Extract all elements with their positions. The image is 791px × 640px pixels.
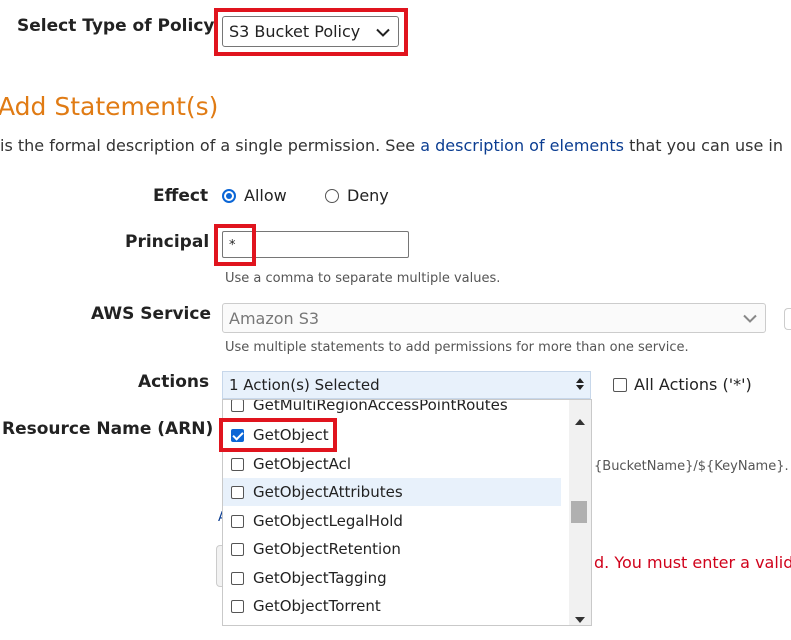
all-actions-label: All Actions ('*') xyxy=(634,375,752,394)
section-title: Add Statement(s) xyxy=(0,92,219,121)
list-item[interactable]: GetObjectLegalHold xyxy=(223,507,561,535)
effect-deny-label: Deny xyxy=(347,186,389,205)
action-checkbox[interactable] xyxy=(231,457,244,471)
principal-label: Principal xyxy=(125,232,210,252)
actions-select-value: 1 Action(s) Selected xyxy=(229,376,380,394)
action-checkbox[interactable] xyxy=(231,514,244,528)
effect-label: Effect xyxy=(153,186,209,206)
all-actions-option[interactable]: All Actions ('*') xyxy=(613,375,752,394)
action-checkbox[interactable] xyxy=(231,400,244,412)
policy-type-label: Select Type of Policy xyxy=(17,16,215,36)
aws-service-help: Use multiple statements to add permissio… xyxy=(225,340,689,355)
effect-allow-radio[interactable] xyxy=(222,188,236,203)
aws-service-select[interactable]: Amazon S3 xyxy=(222,303,766,333)
all-actions-checkbox[interactable] xyxy=(613,377,627,392)
sort-arrows-icon xyxy=(576,377,584,395)
highlight-box-policy-type xyxy=(214,8,408,56)
highlight-box-getobject xyxy=(219,418,337,452)
list-item[interactable]: GetObjectTorrent xyxy=(223,592,561,620)
action-checkbox[interactable] xyxy=(231,599,244,613)
intro-text: is the formal description of a single pe… xyxy=(0,136,783,155)
action-label: GetMultiRegionAccessPointRoutes xyxy=(253,399,508,414)
actions-label: Actions xyxy=(138,372,210,392)
action-label: GetObjectRetention xyxy=(253,540,401,558)
chevron-down-icon xyxy=(743,309,757,328)
scroll-down-arrow-icon[interactable] xyxy=(575,608,585,625)
action-checkbox[interactable] xyxy=(231,485,244,499)
action-checkbox[interactable] xyxy=(231,542,244,556)
scroll-up-arrow-icon[interactable] xyxy=(575,410,585,429)
list-item[interactable]: GetObjectAcl xyxy=(223,450,561,478)
elements-description-link[interactable]: a description of elements xyxy=(420,136,624,155)
principal-help: Use a comma to separate multiple values. xyxy=(225,271,501,286)
effect-deny-radio[interactable] xyxy=(325,188,339,203)
list-scrollbar[interactable] xyxy=(569,400,591,625)
error-message: d. You must enter a valid xyxy=(594,553,791,572)
effect-deny-option[interactable]: Deny xyxy=(325,186,389,205)
arn-label: Resource Name (ARN) xyxy=(2,419,214,439)
intro-text-before: is the formal description of a single pe… xyxy=(0,136,421,155)
aws-service-label: AWS Service xyxy=(91,304,211,324)
effect-allow-label: Allow xyxy=(244,186,287,205)
effect-allow-option[interactable]: Allow xyxy=(222,186,287,205)
aws-service-side-paren xyxy=(784,308,791,330)
intro-text-after: that you can use in xyxy=(624,136,783,155)
action-label: GetObjectLegalHold xyxy=(253,512,403,530)
action-label: GetObjectTorrent xyxy=(253,597,381,615)
list-item[interactable]: GetObjectTagging xyxy=(223,564,561,592)
action-label: GetObjectAttributes xyxy=(253,483,403,501)
arn-help-fragment: {BucketName}/${KeyName}. xyxy=(594,459,789,474)
aws-service-value: Amazon S3 xyxy=(229,308,320,328)
list-item[interactable]: GetMultiRegionAccessPointRoutes xyxy=(223,399,561,417)
action-checkbox[interactable] xyxy=(231,571,244,585)
list-item[interactable]: GetObjectAttributes xyxy=(223,478,561,506)
highlight-box-principal xyxy=(214,224,256,266)
scrollbar-thumb[interactable] xyxy=(571,501,587,523)
actions-select[interactable]: 1 Action(s) Selected xyxy=(222,371,591,399)
action-label: GetObjectAcl xyxy=(253,455,351,473)
list-item[interactable]: GetObjectRetention xyxy=(223,535,561,563)
action-label: GetObjectTagging xyxy=(253,569,387,587)
